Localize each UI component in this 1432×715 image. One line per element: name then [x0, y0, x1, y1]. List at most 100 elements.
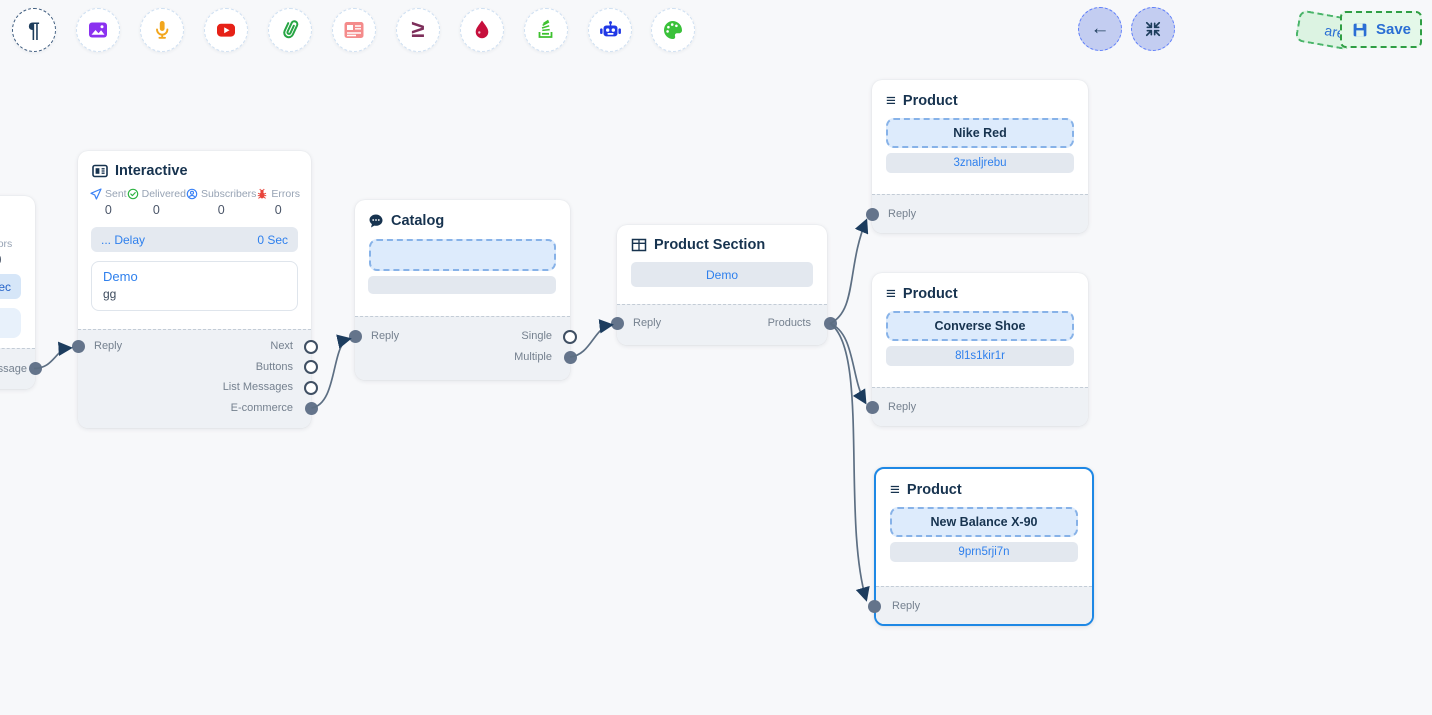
stat-sent: Sent 0 [90, 188, 127, 217]
save-button-label: Save [1376, 21, 1411, 38]
product-section-reply-handle[interactable] [611, 317, 624, 330]
catalog-node-dashed-box[interactable] [369, 239, 556, 271]
product-node-2[interactable]: ≡ Product Converse Shoe 8l1s1kir1r Reply [872, 273, 1088, 426]
stack-button[interactable] [524, 8, 568, 52]
back-arrow-icon: ← [1091, 18, 1110, 40]
product-node-3-reply-handle[interactable] [868, 600, 881, 613]
interactive-node-footer: Reply Next Buttons List Messages E-comme… [78, 329, 311, 428]
product-node-1[interactable]: ≡ Product Nike Red 3znaljrebu Reply [872, 80, 1088, 233]
paragraph-button[interactable]: ¶ [12, 8, 56, 52]
partial-node-delay-row[interactable]: 0 Sec [0, 274, 21, 299]
chatbot-button[interactable] [588, 8, 632, 52]
news-button[interactable] [332, 8, 376, 52]
greater-equal-button[interactable]: ≥ [396, 8, 440, 52]
product-section-node-title: Product Section [654, 237, 765, 253]
audio-button[interactable] [140, 8, 184, 52]
output-single-label: Single [521, 330, 552, 342]
product-section-reply-label: Reply [633, 317, 661, 329]
interactive-node-delay-row[interactable]: ... Delay 0 Sec [91, 227, 298, 252]
catalog-reply-label: Reply [371, 330, 399, 342]
image-button[interactable] [76, 8, 120, 52]
back-button[interactable]: ← [1078, 7, 1122, 51]
product-node-1-name: Nike Red [953, 126, 1007, 140]
interactive-node-body[interactable]: Demo gg [91, 261, 298, 311]
newspaper-icon [342, 18, 366, 42]
errors-icon [256, 188, 268, 200]
output-list-messages-handle[interactable] [304, 381, 318, 395]
catalog-icon [368, 213, 384, 229]
catalog-reply-handle[interactable] [349, 330, 362, 343]
product-node-1-name-box[interactable]: Nike Red [886, 118, 1074, 148]
partial-message-node[interactable]: Errors 0 0 Sec Message [0, 196, 35, 389]
partial-node-errors-label: Errors [0, 238, 29, 250]
edge-multiple-to-product-section [570, 325, 611, 357]
interactive-node-header: Interactive [92, 163, 311, 179]
output-single-handle[interactable] [563, 330, 577, 344]
sent-icon [90, 188, 102, 200]
catalog-node-title: Catalog [391, 213, 444, 229]
output-next-handle[interactable] [304, 340, 318, 354]
partial-node-errors-value: 0 [0, 253, 29, 267]
product-node-2-footer: Reply [872, 387, 1088, 426]
product-menu-icon: ≡ [886, 92, 896, 109]
output-ecommerce-handle[interactable] [305, 402, 318, 415]
partial-node-delay-value: 0 Sec [0, 280, 11, 294]
product-node-2-id-chip[interactable]: 8l1s1kir1r [886, 346, 1074, 366]
edge-products-to-product-3 [830, 324, 866, 600]
save-button[interactable]: Save [1340, 11, 1422, 48]
product-node-1-header: ≡ Product [886, 92, 1088, 109]
interactive-node[interactable]: Interactive Sent 0 Delivered 0 [78, 151, 311, 428]
output-buttons-handle[interactable] [304, 360, 318, 374]
output-products-label: Products [768, 317, 811, 329]
subscribers-icon [186, 188, 198, 200]
product-node-3[interactable]: ≡ Product New Balance X-90 9prn5rji7n Re… [874, 467, 1094, 626]
theme-button[interactable] [651, 8, 695, 52]
catalog-node-gray-box[interactable] [368, 276, 556, 294]
product-node-1-id: 3znaljrebu [953, 157, 1006, 169]
fit-view-button[interactable] [1131, 7, 1175, 51]
product-section-demo-chip[interactable]: Demo [631, 262, 813, 287]
edge-products-to-product-2 [830, 324, 865, 403]
stat-delivered: Delivered 0 [127, 188, 186, 217]
robot-icon [598, 18, 623, 43]
partial-node-message-handle[interactable] [29, 362, 42, 375]
product-section-node[interactable]: Product Section Demo Reply Products [617, 225, 827, 345]
partial-node-errors-stat: Errors 0 [0, 238, 29, 267]
droplet-button[interactable] [460, 8, 504, 52]
droplet-icon [470, 18, 494, 42]
product-menu-icon: ≡ [890, 481, 900, 498]
partial-node-body-box[interactable] [0, 308, 21, 338]
video-button[interactable] [204, 8, 248, 52]
stat-subscribers: Subscribers 0 [186, 188, 256, 217]
interactive-reply-handle[interactable] [72, 340, 85, 353]
product-node-3-title: Product [907, 482, 962, 498]
catalog-node[interactable]: Catalog Reply Single Multiple [355, 200, 570, 380]
catalog-node-footer: Reply Single Multiple [355, 316, 570, 380]
interactive-body-text: gg [103, 287, 286, 301]
interactive-body-title: Demo [103, 269, 286, 284]
output-list-messages-label: List Messages [223, 381, 293, 393]
interactive-icon [92, 163, 108, 179]
partial-node-output-label: Message [0, 363, 27, 375]
output-buttons-label: Buttons [256, 361, 293, 373]
product-node-1-reply-handle[interactable] [866, 208, 879, 221]
microphone-icon [150, 18, 174, 42]
attachment-button[interactable] [268, 8, 312, 52]
product-node-2-reply-handle[interactable] [866, 401, 879, 414]
catalog-node-header: Catalog [368, 213, 570, 229]
product-node-2-title: Product [903, 286, 958, 302]
product-node-1-id-chip[interactable]: 3znaljrebu [886, 153, 1074, 173]
product-node-2-reply-label: Reply [888, 401, 916, 413]
palette-icon [661, 18, 685, 42]
output-products-handle[interactable] [824, 317, 837, 330]
product-node-2-header: ≡ Product [886, 285, 1088, 302]
product-node-3-header: ≡ Product [890, 481, 1092, 498]
stack-icon [534, 18, 558, 42]
paperclip-icon [274, 14, 306, 46]
product-node-3-name-box[interactable]: New Balance X-90 [890, 507, 1078, 537]
product-node-2-name-box[interactable]: Converse Shoe [886, 311, 1074, 341]
output-multiple-handle[interactable] [564, 351, 577, 364]
product-node-3-id-chip[interactable]: 9prn5rji7n [890, 542, 1078, 562]
greater-equal-icon: ≥ [411, 18, 424, 42]
interactive-node-stats: Sent 0 Delivered 0 Subscribers [90, 188, 299, 217]
